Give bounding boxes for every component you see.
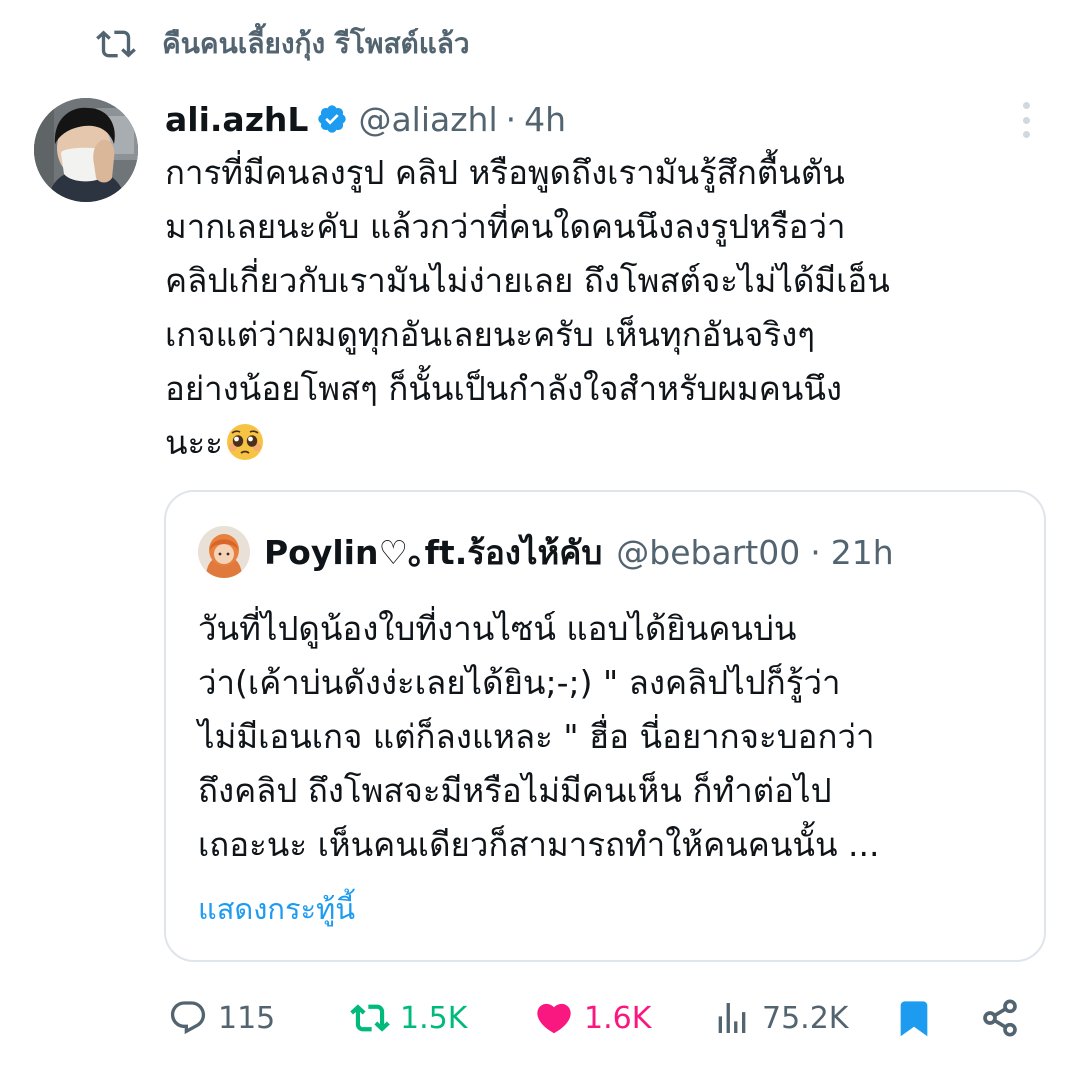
quoted-tweet-card[interactable]: Poylin♡｡ft.ร้องไห้คับ @bebart00 · 21h วั…	[164, 490, 1046, 962]
quoted-author-display-name[interactable]: Poylin♡｡ft.ร้องไห้คับ	[264, 526, 602, 579]
quoted-author-handle[interactable]: @bebart00	[616, 533, 800, 572]
tweet-line: อย่างน้อยโพสๆ ก็นั้นเป็นกำลังใจสำหรับผมค…	[165, 369, 843, 408]
tweet-header: ali.azhL @aliazhl · 4h	[165, 94, 566, 144]
share-icon	[983, 999, 1017, 1037]
quoted-tweet-line: วันที่ไปดูน้องใบที่งานไซน์ แอบได้ยินคนบ่…	[198, 609, 797, 648]
tweet-line-last: นะะ	[165, 416, 1065, 470]
repost-count: 1.5K	[400, 1000, 468, 1036]
author-photo	[34, 98, 138, 202]
quoted-tweet-body: วันที่ไปดูน้องใบที่งานไซน์ แอบได้ยินคนบ่…	[198, 602, 1028, 872]
like-count: 1.6K	[584, 1000, 652, 1036]
show-thread-link[interactable]: แสดงกระทู้นี้	[198, 886, 355, 932]
quoted-tweet-line: ไม่มีเอนเกจ แต่ก็ลงแหละ " ฮื่อ นี่อยากจะ…	[198, 717, 875, 756]
repost-icon	[96, 30, 136, 58]
more-options-icon[interactable]	[1014, 100, 1038, 140]
quoted-tweet-timestamp[interactable]: 21h	[831, 533, 894, 572]
header-separator: ·	[505, 99, 517, 139]
tweet-action-bar: 115 1.5K 1.6K 75.2K	[0, 990, 1080, 1046]
repost-context[interactable]: คืนคนเลี้ยงกุ้ง รีโพสต์แล้ว	[96, 22, 470, 66]
author-avatar[interactable]	[34, 98, 138, 202]
reply-icon	[170, 1001, 206, 1035]
view-count: 75.2K	[762, 1000, 849, 1036]
verified-badge-icon[interactable]	[316, 103, 348, 135]
like-button[interactable]: 1.6K	[534, 990, 651, 1046]
author-display-name[interactable]: ali.azhL	[165, 100, 308, 139]
repost-icon	[350, 1004, 390, 1032]
reply-count: 115	[218, 1000, 276, 1036]
tweet-line: คลิปเกี่ยวกับเรามันไม่ง่ายเลย ถึงโพสต์จะ…	[165, 261, 890, 300]
bookmark-button[interactable]	[894, 990, 944, 1046]
share-button[interactable]	[980, 990, 1030, 1046]
tweet-body: การที่มีคนลงรูป คลิป หรือพูดถึงเรามันรู้…	[165, 146, 1065, 470]
quoted-author-photo	[198, 526, 250, 578]
tweet-line-text: นะะ	[165, 423, 224, 462]
repost-button[interactable]: 1.5K	[350, 990, 467, 1046]
tweet-line: เกจแต่ว่าผมดูทุกอันเลยนะครับ เห็นทุกอันจ…	[165, 315, 815, 354]
tweet-page: คืนคนเลี้ยงกุ้ง รีโพสต์แล้ว ali.azhL @al…	[0, 0, 1080, 1070]
quoted-tweet-header: Poylin♡｡ft.ร้องไห้คับ @bebart00 · 21h	[198, 522, 894, 582]
quoted-author-avatar[interactable]	[198, 526, 250, 578]
bookmark-icon	[900, 1001, 928, 1037]
quoted-tweet-line: ถึงคลิป ถึงโพสจะมีหรือไม่มีคนเห็น ก็ทำต่…	[198, 771, 832, 810]
heart-icon	[537, 1003, 571, 1034]
quoted-tweet-line: เถอะนะ เห็นคนเดียวก็สามารถทำให้คนคนนั้น …	[198, 825, 880, 864]
views-chart-icon	[718, 1003, 746, 1033]
pleading-face-emoji-icon	[227, 424, 264, 460]
quoted-tweet-line: ว่า(เค้าบ่นดังง่ะเลยได้ยิน;-;) " ลงคลิปไ…	[198, 663, 841, 702]
reply-button[interactable]: 115	[168, 990, 275, 1046]
tweet-line: การที่มีคนลงรูป คลิป หรือพูดถึงเรามันรู้…	[165, 153, 845, 192]
tweet-line: มากเลยนะคับ แล้วกว่าที่คนใดคนนึงลงรูปหรื…	[165, 207, 846, 246]
author-handle[interactable]: @aliazhl	[358, 100, 497, 139]
repost-context-label: คืนคนเลี้ยงกุ้ง รีโพสต์แล้ว	[162, 27, 470, 60]
views-button[interactable]: 75.2K	[712, 990, 848, 1046]
tweet-timestamp[interactable]: 4h	[524, 100, 566, 139]
quoted-header-separator: ·	[810, 532, 821, 572]
